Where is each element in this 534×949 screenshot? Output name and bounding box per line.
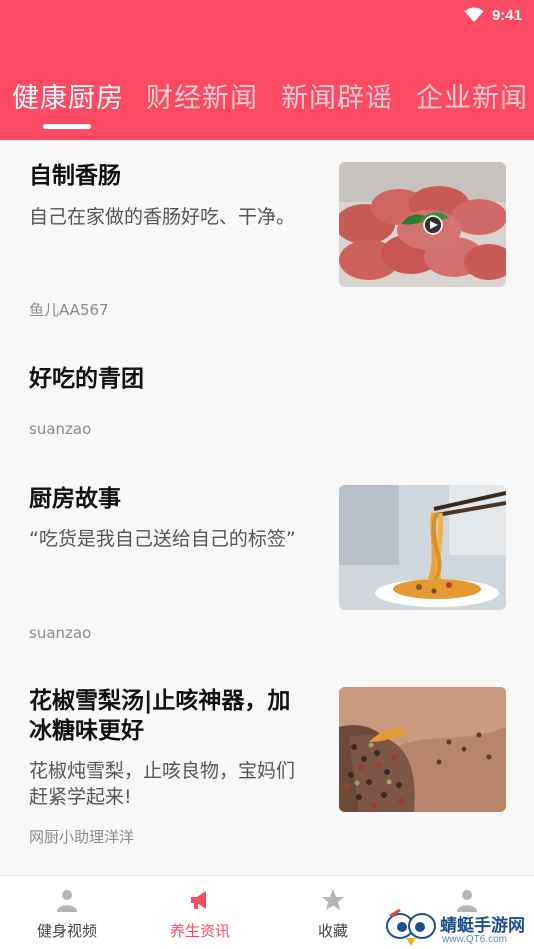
status-time: 9:41 <box>491 6 522 24</box>
item-author: suanzao <box>29 624 92 642</box>
watermark-text: 蜻蜓手游网 <box>440 916 525 936</box>
star-icon <box>322 889 344 910</box>
nav-label: 健身视频 <box>36 922 97 940</box>
item-thumbnail[interactable] <box>339 162 506 287</box>
item-thumbnail[interactable] <box>339 485 506 610</box>
sausage-image <box>339 162 506 287</box>
active-tab-indicator <box>43 124 91 129</box>
nav-label: 收藏 <box>317 922 348 940</box>
item-desc-line2: 赶紧学起来! <box>29 786 132 808</box>
tab-rumor-debunk[interactable]: 新闻辟谣 <box>281 76 393 115</box>
item-title: 好吃的青团 <box>29 366 144 392</box>
peppercorn-image <box>339 687 506 812</box>
item-title-line2: 冰糖味更好 <box>29 718 144 744</box>
wifi-icon <box>464 7 484 23</box>
person-icon <box>57 890 77 912</box>
list-item[interactable]: 自制香肠 自己在家做的香肠好吃、干净。 鱼儿AA567 <box>0 140 534 330</box>
tab-finance-news[interactable]: 财经新闻 <box>146 76 258 115</box>
watermark-url: www.QT6.com <box>442 934 508 945</box>
item-title: 厨房故事 <box>29 486 121 512</box>
nav-health-info[interactable]: 养生资讯 <box>133 876 267 949</box>
item-desc: “吃货是我自己送给自己的标签” <box>29 528 296 550</box>
list-item[interactable]: 好吃的青团 suanzao <box>0 330 534 470</box>
list-item[interactable]: 花椒雪梨汤|止咳神器，加 冰糖味更好 花椒炖雪梨，止咳良物，宝妈们 赶紧学起来!… <box>0 660 534 875</box>
status-bar: 9:41 <box>464 4 522 26</box>
item-title: 花椒雪梨汤|止咳神器，加 <box>29 688 291 714</box>
list-item[interactable]: 厨房故事 “吃货是我自己送给自己的标签” suanzao <box>0 470 534 660</box>
tab-healthy-kitchen[interactable]: 健康厨房 <box>12 76 124 115</box>
item-author: 鱼儿AA567 <box>29 301 109 319</box>
app-header: 9:41 健康厨房 财经新闻 新闻辟谣 企业新闻 <box>0 0 534 140</box>
noodles-image <box>339 485 506 610</box>
category-tabs: 健康厨房 财经新闻 新闻辟谣 企业新闻 <box>0 76 534 126</box>
item-author: 网厨小助理洋洋 <box>29 828 135 846</box>
item-desc: 花椒炖雪梨，止咳良物，宝妈们 <box>29 760 296 782</box>
item-thumbnail[interactable] <box>339 687 506 812</box>
dragonfly-logo-icon <box>386 908 436 946</box>
tab-enterprise-news[interactable]: 企业新闻 <box>416 76 528 115</box>
item-author: suanzao <box>29 420 92 438</box>
megaphone-icon <box>191 891 206 909</box>
item-title: 自制香肠 <box>29 163 121 189</box>
nav-fitness-video[interactable]: 健身视频 <box>0 876 134 949</box>
site-watermark: 蜻蜓手游网 www.QT6.com <box>386 908 532 948</box>
news-feed[interactable]: 自制香肠 自己在家做的香肠好吃、干净。 鱼儿AA567 好吃的青团 suanza… <box>0 140 534 875</box>
item-desc: 自己在家做的香肠好吃、干净。 <box>29 206 296 228</box>
nav-label: 养生资讯 <box>169 922 230 940</box>
nav-favorites[interactable]: 收藏 <box>266 876 400 949</box>
